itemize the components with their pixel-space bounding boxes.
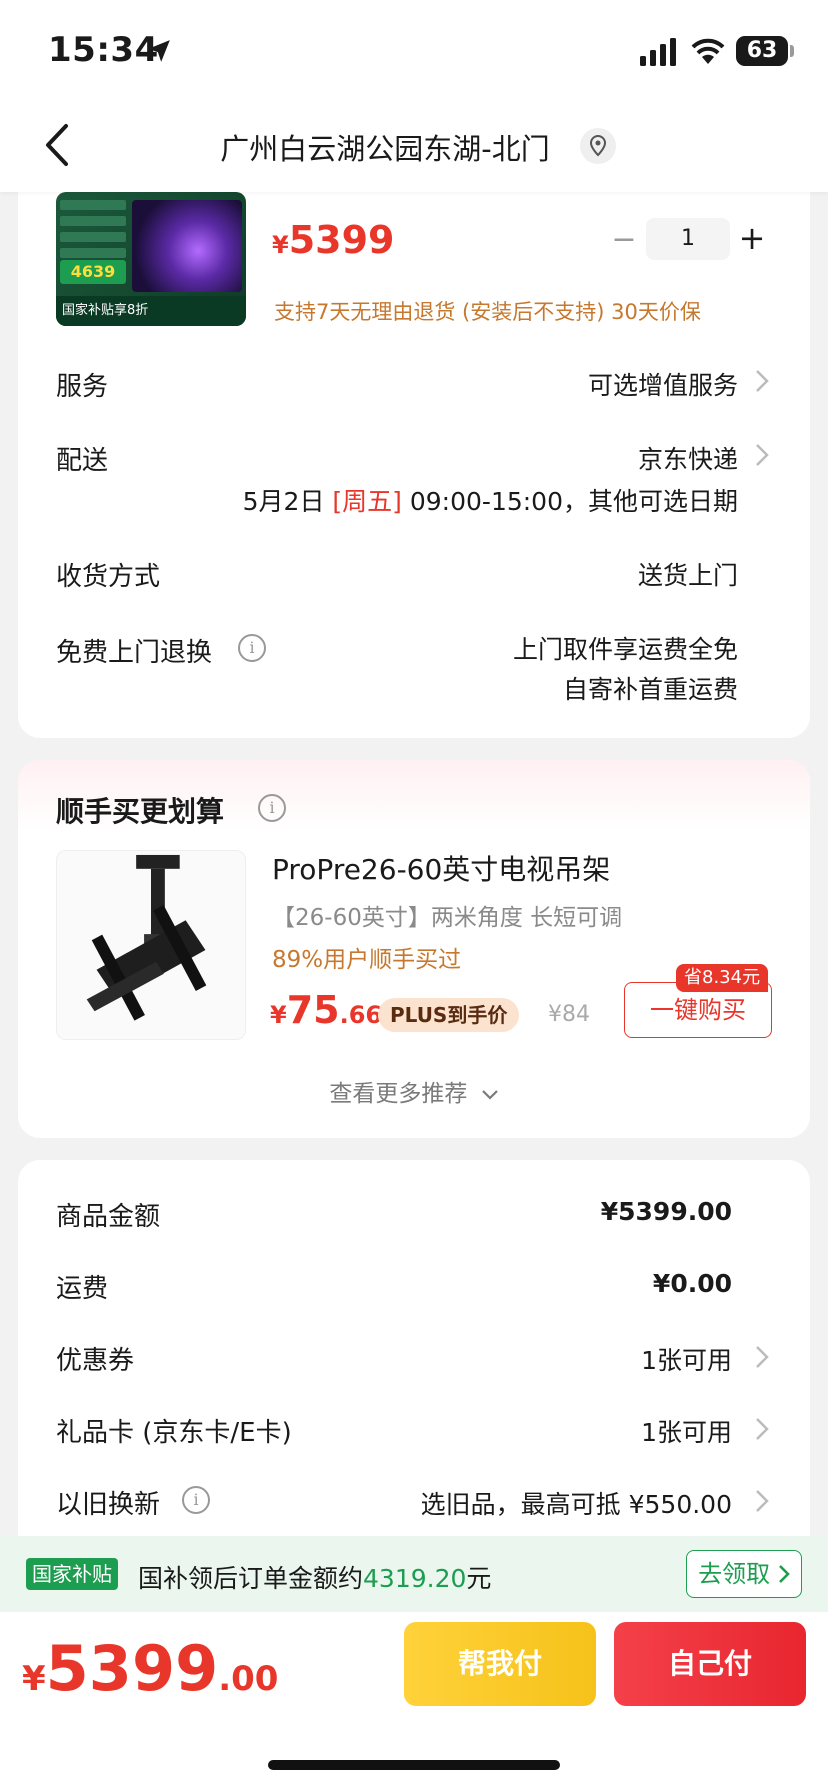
addon-section-title: 顺手买更划算 (56, 795, 225, 828)
chevron-right-icon (778, 1565, 790, 1583)
claim-label: 去领取 (698, 1560, 771, 1588)
price-value: 5399 (288, 218, 395, 262)
status-time: 15:34 (48, 30, 159, 70)
delivery-value[interactable]: 京东快递 (638, 440, 738, 476)
addon-original-price: ¥84 (548, 1002, 590, 1027)
delivery-date[interactable]: 5月2日 [周五] 09:00-15:00，其他可选日期 (243, 482, 738, 518)
free-return-value-1: 上门取件享运费全免 (512, 635, 738, 664)
address-title[interactable]: 广州白云湖公园东湖-北门 (0, 126, 770, 168)
info-icon[interactable]: i (238, 634, 266, 662)
addon-price-dec: .66 (339, 1001, 383, 1029)
total-int: 5399 (45, 1632, 219, 1705)
subsidy-text: 国补领后订单金额约4319.20元 (138, 1559, 491, 1595)
tv-screen-image (132, 200, 242, 292)
total-price: ¥5399.00 (22, 1632, 278, 1705)
goods-amount-value: ¥5399.00 (600, 1197, 732, 1226)
chevron-right-icon (756, 1418, 769, 1440)
quantity-decrease-button[interactable]: − (610, 222, 638, 262)
delivery-day: 5月2日 (242, 487, 325, 516)
thumb-price-badge: 4639 (60, 260, 126, 284)
thumb-spec-line (60, 216, 126, 226)
chevron-down-icon (481, 1089, 498, 1100)
gift-card-label: 礼品卡 (京东卡/E卡) (56, 1418, 292, 1448)
receive-method-label: 收货方式 (56, 562, 161, 592)
chevron-right-icon (756, 370, 769, 392)
product-price: ¥5399 (272, 218, 394, 262)
subsidy-text-prefix: 国补领后订单金额约 (138, 1564, 364, 1593)
receive-method-value[interactable]: 送货上门 (638, 556, 738, 592)
save-amount-badge: 省8.34元 (676, 964, 769, 992)
battery-indicator: 63 (736, 36, 788, 66)
view-more-label: 查看更多推荐 (329, 1081, 468, 1107)
chevron-right-icon (756, 1490, 769, 1512)
currency-symbol: ¥ (22, 1659, 46, 1699)
trade-in-value[interactable]: 选旧品，最高可抵 ¥550.00 (421, 1485, 732, 1521)
delivery-weekday: [周五] (332, 487, 402, 516)
coupon-label: 优惠券 (56, 1346, 135, 1376)
help-me-pay-button[interactable]: 帮我付 (404, 1622, 596, 1706)
location-arrow-icon (148, 40, 170, 62)
quantity-increase-button[interactable]: + (738, 220, 766, 260)
info-icon[interactable]: i (182, 1486, 210, 1514)
coupon-value[interactable]: 1张可用 (641, 1341, 732, 1377)
delivery-label: 配送 (56, 446, 109, 476)
chevron-right-icon (756, 444, 769, 466)
quantity-input[interactable]: 1 (646, 218, 730, 260)
gift-card-value[interactable]: 1张可用 (641, 1413, 732, 1449)
national-subsidy-tag: 国家补贴 (26, 1558, 118, 1590)
info-icon[interactable]: i (258, 794, 286, 822)
product-thumbnail[interactable]: 4639 国家补贴享8折 (56, 192, 246, 326)
thumb-spec-line (60, 232, 126, 242)
addon-product-name[interactable]: ProPre26-60英寸电视吊架 (272, 848, 610, 888)
addon-price: ¥75.66 (270, 988, 382, 1032)
addon-product-spec: 【26-60英寸】两米角度 长短可调 (272, 905, 623, 931)
currency-symbol: ¥ (270, 1001, 287, 1029)
shipping-value: ¥0.00 (652, 1269, 732, 1298)
thumb-subsidy-text: 国家补贴享8折 (56, 296, 246, 326)
wifi-icon (691, 38, 725, 64)
home-indicator[interactable] (268, 1760, 560, 1770)
addon-price-int: 75 (286, 988, 340, 1032)
subsidy-amount: 4319.20 (363, 1564, 467, 1593)
location-pin-icon[interactable] (580, 128, 616, 164)
tv-mount-thumbnail[interactable] (56, 850, 246, 1040)
thumb-spec-line (60, 200, 126, 210)
total-dec: .00 (218, 1659, 279, 1699)
service-label: 服务 (56, 372, 109, 402)
return-policy-note: 支持7天无理由退货 (安装后不支持) 30天价保 (274, 300, 701, 324)
battery-tip (790, 45, 794, 57)
service-value[interactable]: 可选增值服务 (588, 366, 738, 402)
shipping-label: 运费 (56, 1274, 109, 1304)
claim-subsidy-button[interactable]: 去领取 (686, 1550, 802, 1598)
view-more-recommendations[interactable]: 查看更多推荐 (0, 1074, 828, 1108)
addon-buy-percent: 89%用户顺手买过 (272, 947, 462, 973)
free-return-value-2: 自寄补首重运费 (562, 675, 738, 704)
plus-price-tag: PLUS到手价 (378, 998, 520, 1032)
goods-amount-label: 商品金额 (56, 1202, 161, 1232)
chevron-right-icon (756, 1346, 769, 1368)
thumb-spec-line (60, 248, 126, 258)
currency-symbol: ¥ (272, 231, 289, 259)
free-return-label: 免费上门退换 (56, 638, 213, 668)
subsidy-text-suffix: 元 (466, 1564, 492, 1593)
pay-myself-button[interactable]: 自己付 (614, 1622, 806, 1706)
delivery-time: 09:00-15:00，其他可选日期 (409, 487, 738, 516)
cellular-signal-icon (640, 38, 676, 66)
trade-in-label: 以旧换新 (56, 1490, 161, 1520)
